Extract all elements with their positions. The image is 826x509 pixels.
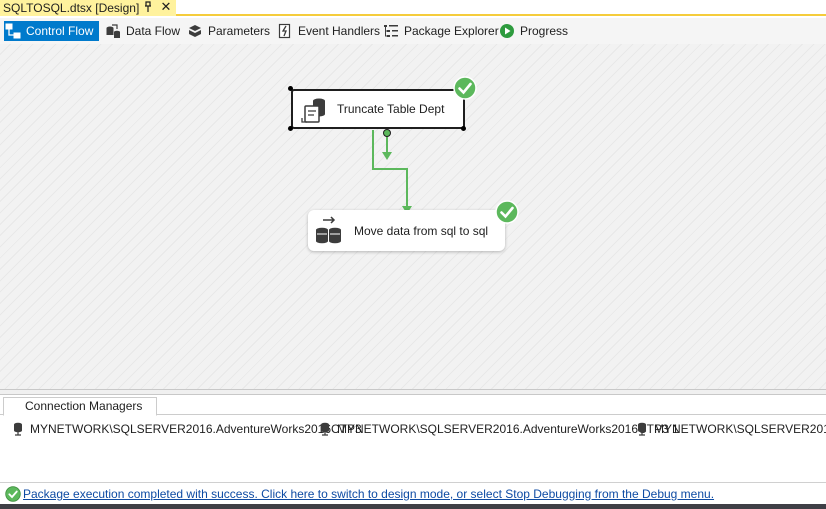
document-tab[interactable]: SQLTOSQL.dtsx [Design] ✕ [0, 0, 176, 16]
switch-to-design-mode-link[interactable]: Package execution completed with success… [23, 487, 714, 501]
data-flow-icon [104, 22, 122, 40]
execute-sql-task-icon [299, 96, 329, 124]
data-flow-task-icon [314, 215, 344, 245]
control-flow-icon [4, 22, 22, 40]
connection-manager-label: MYNETWORK\SQLSERVER2016.HR [654, 422, 826, 436]
document-tab-strip: SQLTOSQL.dtsx [Design] ✕ [0, 0, 826, 16]
tab-label: Progress [520, 24, 569, 38]
connection-manager-label: MYNETWORK\SQLSERVER2016.AdventureWorks20… [337, 422, 679, 436]
tab-control-flow[interactable]: Control Flow [4, 21, 99, 41]
execution-status-bar: Package execution completed with success… [0, 483, 826, 504]
tab-parameters[interactable]: Parameters [186, 21, 270, 41]
task-move-data[interactable]: Move data from sql to sql [308, 210, 505, 251]
tab-label: Parameters [208, 24, 271, 38]
designer-tab-bar: Control Flow Data Flow Parameters Event … [0, 18, 826, 44]
connection-manager-item[interactable]: MYNETWORK\SQLSERVER2016.AdventureWorks20… [12, 421, 362, 437]
pin-icon[interactable] [143, 1, 153, 13]
tab-label: Data Flow [126, 24, 181, 38]
tab-label: Control Flow [26, 24, 94, 38]
close-icon[interactable]: ✕ [160, 0, 172, 14]
resize-handle[interactable] [288, 126, 293, 131]
task-label: Truncate Table Dept [337, 102, 445, 116]
resize-handle[interactable] [461, 126, 466, 131]
document-tab-title: SQLTOSQL.dtsx [Design] [3, 1, 140, 15]
success-check-icon [453, 76, 477, 100]
db-connection-icon [12, 422, 24, 436]
parameters-icon [186, 22, 204, 40]
connection-managers-panel: Connection Managers MYNETWORK\SQLSERVER2… [0, 395, 826, 483]
tab-data-flow[interactable]: Data Flow [104, 21, 180, 41]
tab-connection-managers[interactable]: Connection Managers [3, 397, 157, 416]
connection-manager-item[interactable]: MYNETWORK\SQLSERVER2016.AdventureWorks20… [319, 421, 679, 437]
package-explorer-icon [382, 22, 400, 40]
progress-icon [498, 22, 516, 40]
tab-label: Package Explorer [404, 24, 499, 38]
event-handlers-icon [276, 22, 294, 40]
connection-managers-tab-row: Connection Managers [0, 395, 826, 416]
connection-manager-item[interactable]: MYNETWORK\SQLSERVER2016.HR [636, 421, 826, 437]
tab-event-handlers[interactable]: Event Handlers [276, 21, 380, 41]
control-flow-canvas[interactable]: Truncate Table Dept Move data from sql t… [0, 44, 826, 390]
task-label: Move data from sql to sql [354, 223, 489, 238]
db-connection-icon [319, 422, 331, 436]
tab-package-explorer[interactable]: Package Explorer [382, 21, 499, 41]
resize-handle[interactable] [288, 86, 293, 91]
tab-progress[interactable]: Progress [498, 21, 568, 41]
db-connection-icon [636, 422, 648, 436]
connection-manager-label: MYNETWORK\SQLSERVER2016.AdventureWorks20… [30, 422, 362, 436]
success-check-icon [5, 485, 21, 502]
success-check-icon [495, 200, 519, 224]
task-truncate-table-dept[interactable]: Truncate Table Dept [291, 89, 465, 129]
tab-label: Event Handlers [298, 24, 381, 38]
bottom-border [0, 504, 826, 509]
